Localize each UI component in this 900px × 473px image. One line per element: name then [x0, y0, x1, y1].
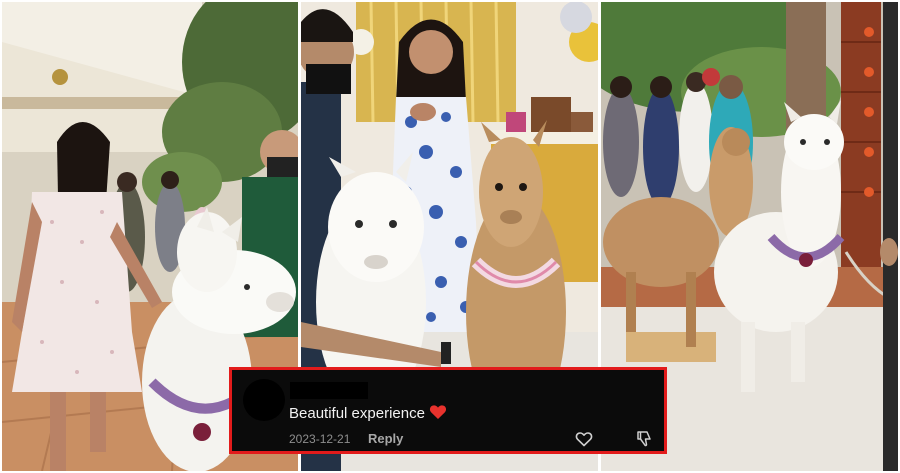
avatar[interactable]	[243, 379, 285, 421]
comment-date: 2023-12-21	[289, 432, 351, 446]
heart-outline-icon[interactable]	[575, 431, 593, 447]
comment-body: Beautiful experience	[289, 405, 425, 422]
heart-emoji-icon	[429, 404, 447, 424]
comment-card: Beautiful experience 2023-12-21 Reply	[229, 367, 667, 454]
photo-collage: Beautiful experience 2023-12-21 Reply	[0, 0, 900, 473]
thumbs-down-icon[interactable]	[636, 430, 653, 447]
comment-text: Beautiful experience	[289, 404, 447, 424]
redacted-username	[290, 382, 368, 399]
reply-button[interactable]: Reply	[368, 431, 403, 446]
